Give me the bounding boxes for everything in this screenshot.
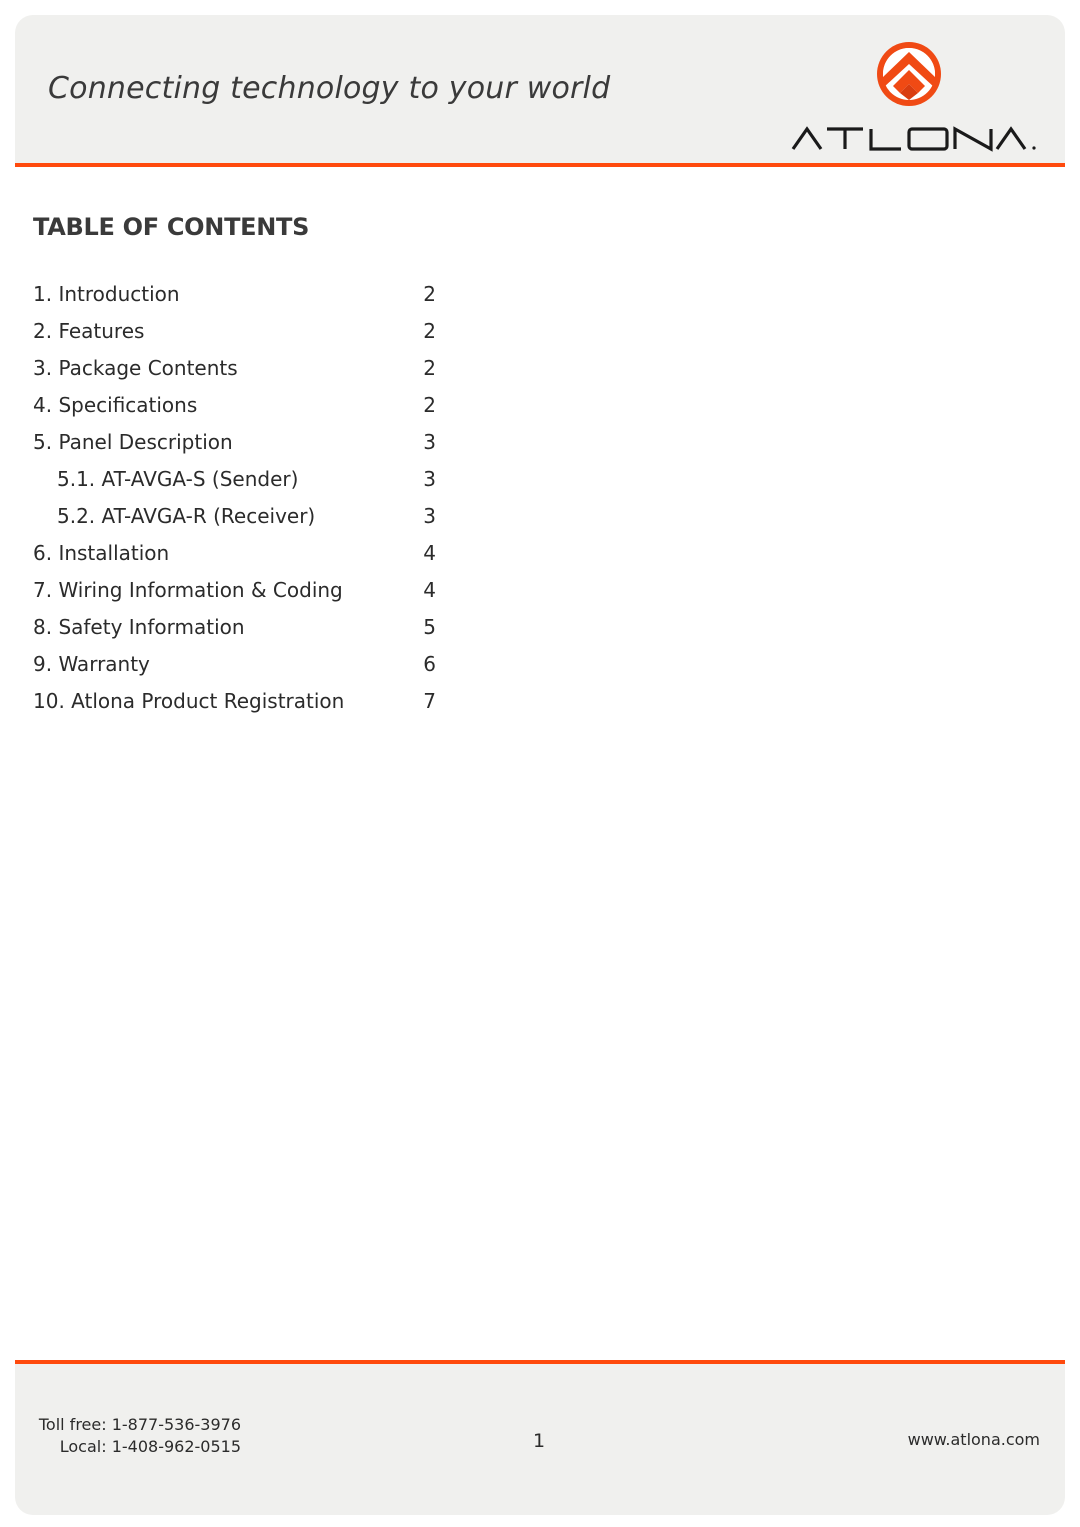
- toc-entry-page: 7: [423, 689, 436, 713]
- local-number: Local: 1-408-962-0515: [59, 1437, 241, 1456]
- atlona-logo-emblem-icon: [877, 42, 941, 106]
- toc-entry-label: 8. Safety Information: [33, 615, 245, 639]
- toc-entry-page: 2: [423, 356, 436, 380]
- toc-subentry[interactable]: 5.2. AT-AVGA-R (Receiver) 3: [33, 502, 438, 539]
- toc-entry[interactable]: 10. Atlona Product Registration 7: [33, 687, 438, 724]
- website-link[interactable]: www.atlona.com: [908, 1430, 1040, 1449]
- toc-entry[interactable]: 7. Wiring Information & Coding 4: [33, 576, 438, 613]
- toc-entry-label: 5.2. AT-AVGA-R (Receiver): [57, 504, 316, 528]
- toc-entry[interactable]: 2. Features 2: [33, 317, 438, 354]
- toc-entry-page: 4: [423, 578, 436, 602]
- toll-free-number: Toll free: 1-877-536-3976: [38, 1415, 241, 1434]
- toc-entry[interactable]: 5. Panel Description 3: [33, 428, 438, 465]
- tagline: Connecting technology to your world: [48, 71, 611, 106]
- toc-entry-label: 9. Warranty: [33, 652, 150, 676]
- toc-entry[interactable]: 6. Installation 4: [33, 539, 438, 576]
- atlona-logo-wordmark: [791, 126, 1036, 152]
- toc-entry[interactable]: 4. Specifications 2: [33, 391, 438, 428]
- toc-entry-page: 3: [423, 467, 436, 491]
- toc-entry-label: 10. Atlona Product Registration: [33, 689, 345, 713]
- toc-title: TABLE OF CONTENTS: [33, 213, 310, 241]
- toc-entry-label: 1. Introduction: [33, 282, 180, 306]
- toc-entry-page: 2: [423, 319, 436, 343]
- page-header: Connecting technology to your world: [15, 15, 1065, 167]
- toc-entry-page: 5: [423, 615, 436, 639]
- toc-entry[interactable]: 9. Warranty 6: [33, 650, 438, 687]
- toc-subentry[interactable]: 5.1. AT-AVGA-S (Sender) 3: [33, 465, 438, 502]
- toc-entry-page: 2: [423, 393, 436, 417]
- toc-entry-label: 2. Features: [33, 319, 145, 343]
- toc-entry-page: 4: [423, 541, 436, 565]
- toc-entry[interactable]: 3. Package Contents 2: [33, 354, 438, 391]
- toc-entry-label: 7. Wiring Information & Coding: [33, 578, 343, 602]
- toc-entry-label: 5. Panel Description: [33, 430, 233, 454]
- toc-entry-label: 4. Specifications: [33, 393, 198, 417]
- toc-entry-label: 3. Package Contents: [33, 356, 238, 380]
- toc-entry-page: 3: [423, 504, 436, 528]
- toc-entry-label: 6. Installation: [33, 541, 170, 565]
- page-footer: Toll free: 1-877-536-3976 Local: 1-408-9…: [15, 1360, 1065, 1515]
- toc-entry[interactable]: 1. Introduction 2: [33, 280, 438, 317]
- table-of-contents: 1. Introduction 2 2. Features 2 3. Package…: [33, 280, 438, 724]
- toc-entry-page: 2: [423, 282, 436, 306]
- toc-entry[interactable]: 8. Safety Information 5: [33, 613, 438, 650]
- page-number: 1: [533, 1430, 546, 1452]
- toc-entry-label: 5.1. AT-AVGA-S (Sender): [57, 467, 299, 491]
- toc-entry-page: 6: [423, 652, 436, 676]
- toc-entry-page: 3: [423, 430, 436, 454]
- contact-info: Toll free: 1-877-536-3976 Local: 1-408-9…: [15, 1414, 241, 1458]
